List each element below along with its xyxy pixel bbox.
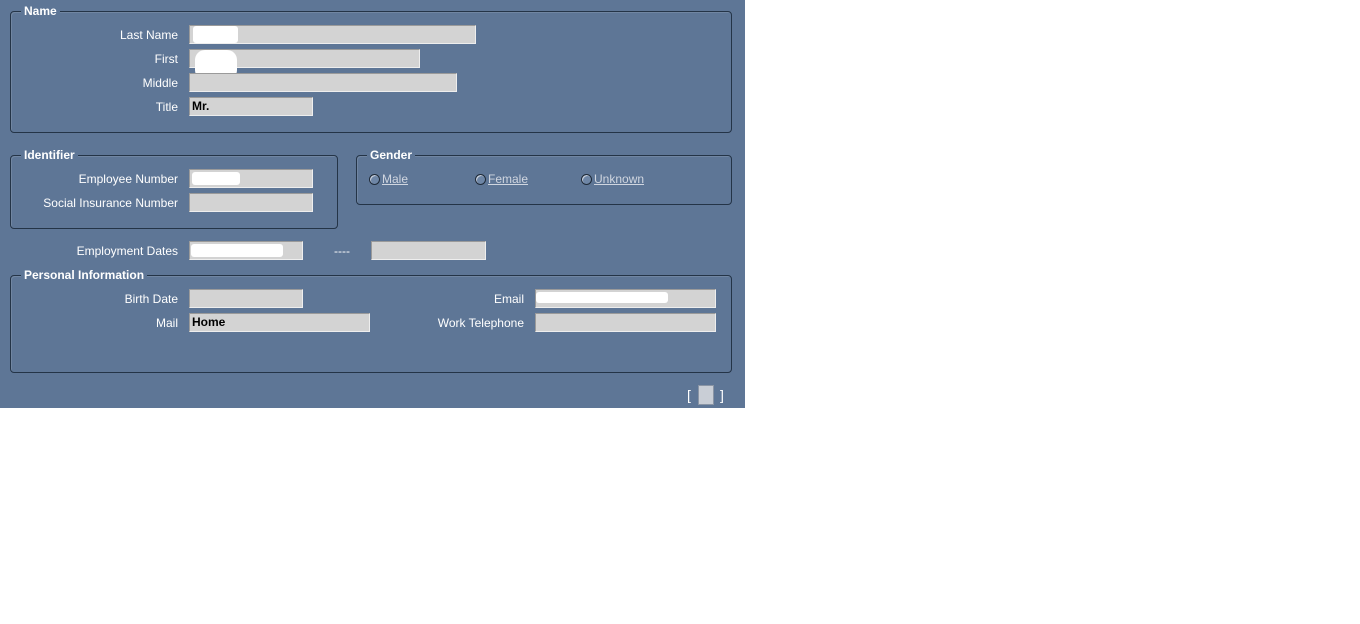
identifier-group-legend: Identifier [21,148,78,162]
bracket-close: ] [720,387,724,403]
gender-unknown-radio[interactable]: Unknown [581,172,644,186]
descriptive-flexfield-button[interactable] [698,385,714,405]
employment-end-field[interactable] [371,241,486,260]
title-field[interactable]: Mr. [189,97,313,116]
employee-number-label: Employee Number [78,172,178,186]
radio-circle-icon [475,173,486,185]
gender-female-radio[interactable]: Female [475,172,528,186]
personal-info-group-legend: Personal Information [21,268,148,282]
redaction-mark [193,26,238,43]
date-range-separator: ---- [334,244,350,258]
gender-unknown-label: Unknown [594,172,645,186]
employee-form-panel: Name Last Name First Middle Title Mr. Id… [0,0,745,408]
gender-male-label: Male [382,172,409,186]
mail-field[interactable]: Home [189,313,370,332]
gender-group-legend: Gender [367,148,416,162]
radio-circle-icon [581,173,592,185]
identifier-group: Identifier [10,148,338,229]
redaction-mark [536,292,668,303]
sin-field[interactable] [189,193,313,212]
employment-dates-label: Employment Dates [76,244,178,258]
first-name-label: First [154,52,178,66]
sin-label: Social Insurance Number [43,196,178,210]
mail-label: Mail [155,316,178,330]
birth-date-field[interactable] [189,289,303,308]
work-telephone-field[interactable] [535,313,716,332]
gender-group: Gender [356,148,732,205]
gender-female-label: Female [488,172,529,186]
email-label: Email [493,292,524,306]
bracket-open: [ [687,387,691,403]
redaction-mark [191,244,283,257]
name-group-legend: Name [21,4,60,18]
middle-name-label: Middle [142,76,178,90]
work-telephone-label: Work Telephone [437,316,524,330]
middle-name-field[interactable] [189,73,457,92]
gender-male-radio[interactable]: Male [369,172,408,186]
title-label: Title [155,100,178,114]
radio-circle-icon [369,173,380,185]
birth-date-label: Birth Date [124,292,178,306]
last-name-label: Last Name [119,28,178,42]
redaction-mark [192,172,240,185]
